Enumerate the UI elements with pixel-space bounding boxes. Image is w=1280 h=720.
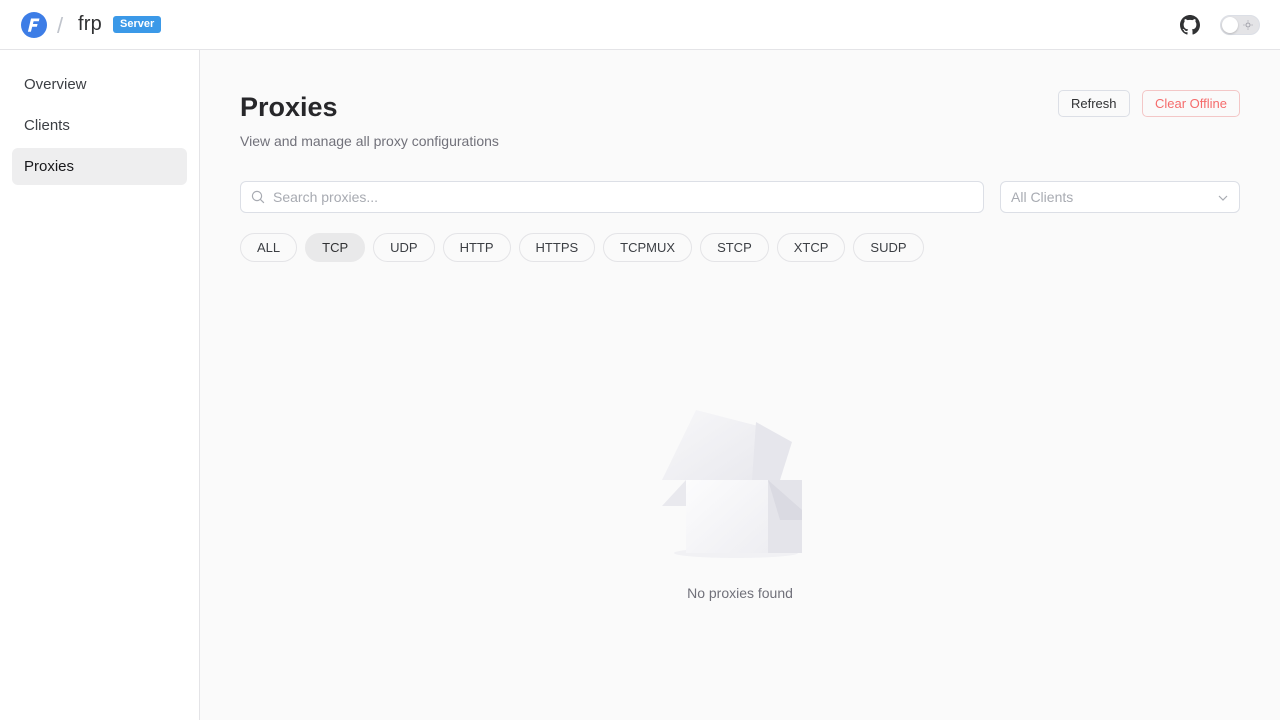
filter-chip-sudp[interactable]: SUDP xyxy=(853,233,924,262)
top-bar: / frp Server xyxy=(0,0,1280,50)
page-subtitle: View and manage all proxy configurations xyxy=(240,133,499,149)
filter-chip-http[interactable]: HTTP xyxy=(442,233,511,262)
sidebar-item-clients[interactable]: Clients xyxy=(12,107,187,144)
theme-toggle[interactable] xyxy=(1220,15,1260,35)
filter-chip-stcp[interactable]: STCP xyxy=(700,233,769,262)
page-title: Proxies xyxy=(240,92,338,122)
frp-logo-icon[interactable] xyxy=(21,12,47,38)
client-select-value: All Clients xyxy=(1011,189,1074,205)
sidebar-item-overview[interactable]: Overview xyxy=(12,66,187,103)
clear-offline-button[interactable]: Clear Offline xyxy=(1142,90,1241,117)
sidebar-item-label: Overview xyxy=(24,76,87,93)
search-icon xyxy=(251,190,265,204)
refresh-button[interactable]: Refresh xyxy=(1058,90,1130,117)
empty-state-message: No proxies found xyxy=(687,585,793,601)
filter-chip-tcpmux[interactable]: TCPMUX xyxy=(603,233,693,262)
filter-chip-all[interactable]: ALL xyxy=(240,233,298,262)
app-title[interactable]: frp xyxy=(78,13,102,36)
toggle-knob xyxy=(1222,17,1238,33)
search-input[interactable] xyxy=(273,189,953,205)
sidebar-item-proxies[interactable]: Proxies xyxy=(12,148,187,185)
sidebar: Overview Clients Proxies xyxy=(0,50,200,720)
chevron-down-icon xyxy=(1218,195,1228,201)
sun-icon xyxy=(1243,20,1253,30)
sidebar-item-label: Proxies xyxy=(24,158,75,175)
filter-chip-https[interactable]: HTTPS xyxy=(518,233,596,262)
server-badge: Server xyxy=(113,16,162,33)
main-content: Proxies View and manage all proxy config… xyxy=(200,50,1280,720)
filter-chip-udp[interactable]: UDP xyxy=(373,233,435,262)
type-filter-group: ALL TCP UDP HTTP HTTPS TCPMUX STCP XTCP … xyxy=(240,233,924,262)
breadcrumb-separator: / xyxy=(57,13,64,38)
filter-chip-tcp[interactable]: TCP xyxy=(305,233,366,262)
filter-chip-xtcp[interactable]: XTCP xyxy=(776,233,846,262)
search-box xyxy=(240,181,984,213)
empty-box-icon xyxy=(662,410,802,558)
sidebar-item-label: Clients xyxy=(24,117,70,134)
github-icon[interactable] xyxy=(1180,15,1200,35)
client-select[interactable]: All Clients xyxy=(1000,181,1240,213)
